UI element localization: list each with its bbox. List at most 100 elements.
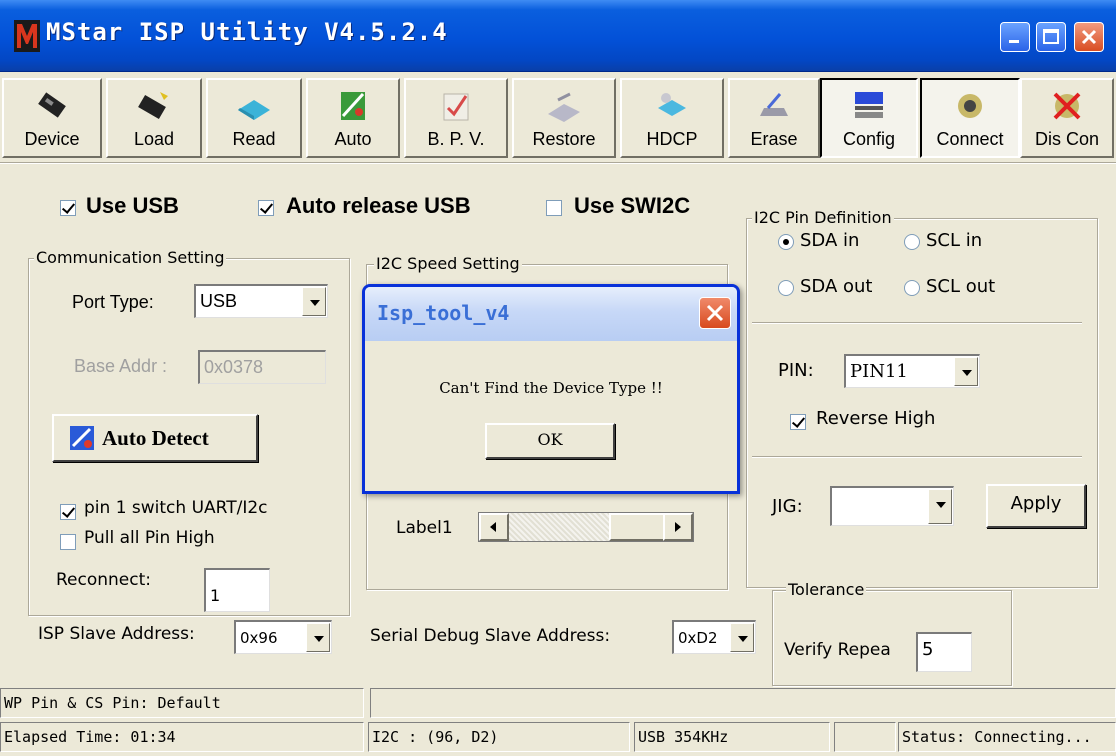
app-logo-icon — [14, 20, 40, 52]
read-label: Read — [232, 129, 276, 149]
chevron-down-icon[interactable] — [954, 357, 978, 386]
maximize-button[interactable] — [1036, 22, 1066, 52]
minimize-button[interactable] — [1000, 22, 1030, 52]
window-title: MStar ISP Utility V4.5.2.4 — [46, 18, 448, 46]
pin-label: PIN: — [778, 360, 814, 381]
close-icon — [706, 304, 724, 322]
chevron-down-icon[interactable] — [306, 623, 330, 652]
bpv-check-icon — [443, 93, 469, 121]
connect-icon — [958, 94, 982, 118]
apply-button[interactable]: Apply — [986, 484, 1086, 528]
erase-label: Erase — [750, 129, 798, 149]
communication-setting-legend: Communication Setting — [34, 248, 227, 267]
base-addr-field[interactable]: 0x0378 — [198, 350, 326, 384]
read-button[interactable]: Read — [206, 78, 302, 158]
pin-value: PIN11 — [850, 361, 908, 382]
status-panel-blank — [370, 688, 1116, 718]
erase-button[interactable]: Erase — [728, 78, 820, 158]
scroll-thumb[interactable] — [609, 513, 665, 541]
config-button[interactable]: Config — [820, 78, 918, 158]
verify-repeat-label: Verify Repea — [784, 640, 891, 660]
pin1-switch-label: pin 1 switch UART/I2c — [84, 498, 268, 518]
load-chip-icon — [138, 92, 168, 120]
isp-slave-address-value: 0x96 — [240, 629, 278, 647]
connect-label: Connect — [936, 129, 1004, 149]
jig-label: JIG: — [772, 496, 803, 517]
load-button[interactable]: Load — [106, 78, 202, 158]
pin-select[interactable]: PIN11 — [844, 354, 980, 388]
toolbar-separator — [0, 162, 1116, 164]
tolerance-legend: Tolerance — [786, 580, 867, 599]
scl-out-radio[interactable] — [904, 280, 920, 296]
hdcp-button[interactable]: HDCP — [620, 78, 724, 158]
port-type-value: USB — [200, 291, 238, 311]
config-icon — [855, 92, 883, 118]
pin1-switch-checkbox[interactable] — [60, 504, 76, 520]
dialog-message: Can't Find the Device Type !! — [439, 379, 663, 397]
close-button[interactable] — [1074, 22, 1104, 52]
scroll-right-button[interactable] — [663, 513, 693, 541]
serial-debug-slave-address-select[interactable]: 0xD2 — [672, 620, 756, 654]
read-icon — [238, 100, 270, 120]
serial-debug-slave-address-label: Serial Debug Slave Address: — [370, 626, 611, 646]
sda-in-label: SDA in — [800, 230, 860, 251]
auto-release-usb-checkbox[interactable] — [258, 200, 274, 216]
scroll-left-button[interactable] — [479, 513, 509, 541]
i2c-speed-setting-legend: I2C Speed Setting — [374, 254, 522, 273]
dialog-close-button[interactable] — [699, 297, 731, 329]
chevron-down-icon[interactable] — [730, 623, 754, 652]
dialog-title: Isp_tool_v4 — [377, 301, 510, 325]
i2c-pin-definition-group — [746, 218, 1098, 588]
bpv-label: B. P. V. — [427, 129, 485, 149]
sda-out-label: SDA out — [800, 276, 873, 297]
ok-button[interactable]: OK — [485, 423, 615, 459]
connection-status: Status: Connecting... — [898, 722, 1116, 752]
elapsed-time-status: Elapsed Time: 01:34 — [0, 722, 364, 752]
use-usb-checkbox[interactable] — [60, 200, 76, 216]
sda-out-radio[interactable] — [778, 280, 794, 296]
verify-repeat-field[interactable]: 5 — [916, 632, 972, 672]
auto-release-usb-label: Auto release USB — [286, 193, 471, 218]
title-bar[interactable]: MStar ISP Utility V4.5.2.4 — [0, 0, 1116, 72]
jig-select[interactable] — [830, 486, 954, 526]
reverse-high-checkbox[interactable] — [790, 414, 806, 430]
port-type-select[interactable]: USB — [194, 284, 328, 318]
chevron-left-icon — [490, 522, 496, 532]
label1-text: Label1 — [396, 518, 453, 538]
tolerance-group — [772, 590, 1012, 686]
hdcp-label: HDCP — [646, 129, 698, 149]
sda-in-radio[interactable] — [778, 234, 794, 250]
load-label: Load — [133, 129, 175, 149]
wp-pin-status: WP Pin & CS Pin: Default — [0, 688, 364, 718]
base-addr-value: 0x0378 — [204, 357, 264, 377]
restore-icon — [548, 92, 580, 122]
auto-detect-icon — [70, 426, 94, 450]
dialog-title-bar[interactable]: Isp_tool_v4 — [365, 287, 737, 341]
chevron-down-icon[interactable] — [302, 287, 326, 316]
use-swi2c-checkbox[interactable] — [546, 200, 562, 216]
i2c-status: I2C : (96, D2) — [368, 722, 630, 752]
device-chip-icon — [38, 92, 66, 118]
disconnect-button[interactable]: Dis Con — [1020, 78, 1114, 158]
scl-in-label: SCL in — [926, 230, 983, 251]
auto-icon — [341, 92, 365, 120]
use-swi2c-label: Use SWI2C — [574, 193, 691, 218]
pull-all-pin-high-checkbox[interactable] — [60, 534, 76, 550]
connect-button[interactable]: Connect — [920, 78, 1020, 158]
bpv-button[interactable]: B. P. V. — [404, 78, 508, 158]
scl-out-label: SCL out — [926, 276, 996, 297]
chevron-down-icon[interactable] — [928, 489, 952, 524]
serial-debug-slave-address-value: 0xD2 — [678, 629, 718, 647]
i2c-speed-scrollbar[interactable] — [478, 512, 694, 542]
device-button[interactable]: Device — [2, 78, 102, 158]
restore-button[interactable]: Restore — [512, 78, 616, 158]
auto-detect-button[interactable]: Auto Detect — [52, 414, 258, 462]
scl-in-radio[interactable] — [904, 234, 920, 250]
reconnect-label: Reconnect: — [56, 570, 152, 590]
divider — [752, 456, 1082, 458]
device-label: Device — [24, 129, 80, 149]
isp-slave-address-select[interactable]: 0x96 — [234, 620, 332, 654]
divider — [752, 322, 1082, 324]
auto-button[interactable]: Auto — [306, 78, 400, 158]
reconnect-field[interactable]: 1 — [204, 568, 270, 612]
